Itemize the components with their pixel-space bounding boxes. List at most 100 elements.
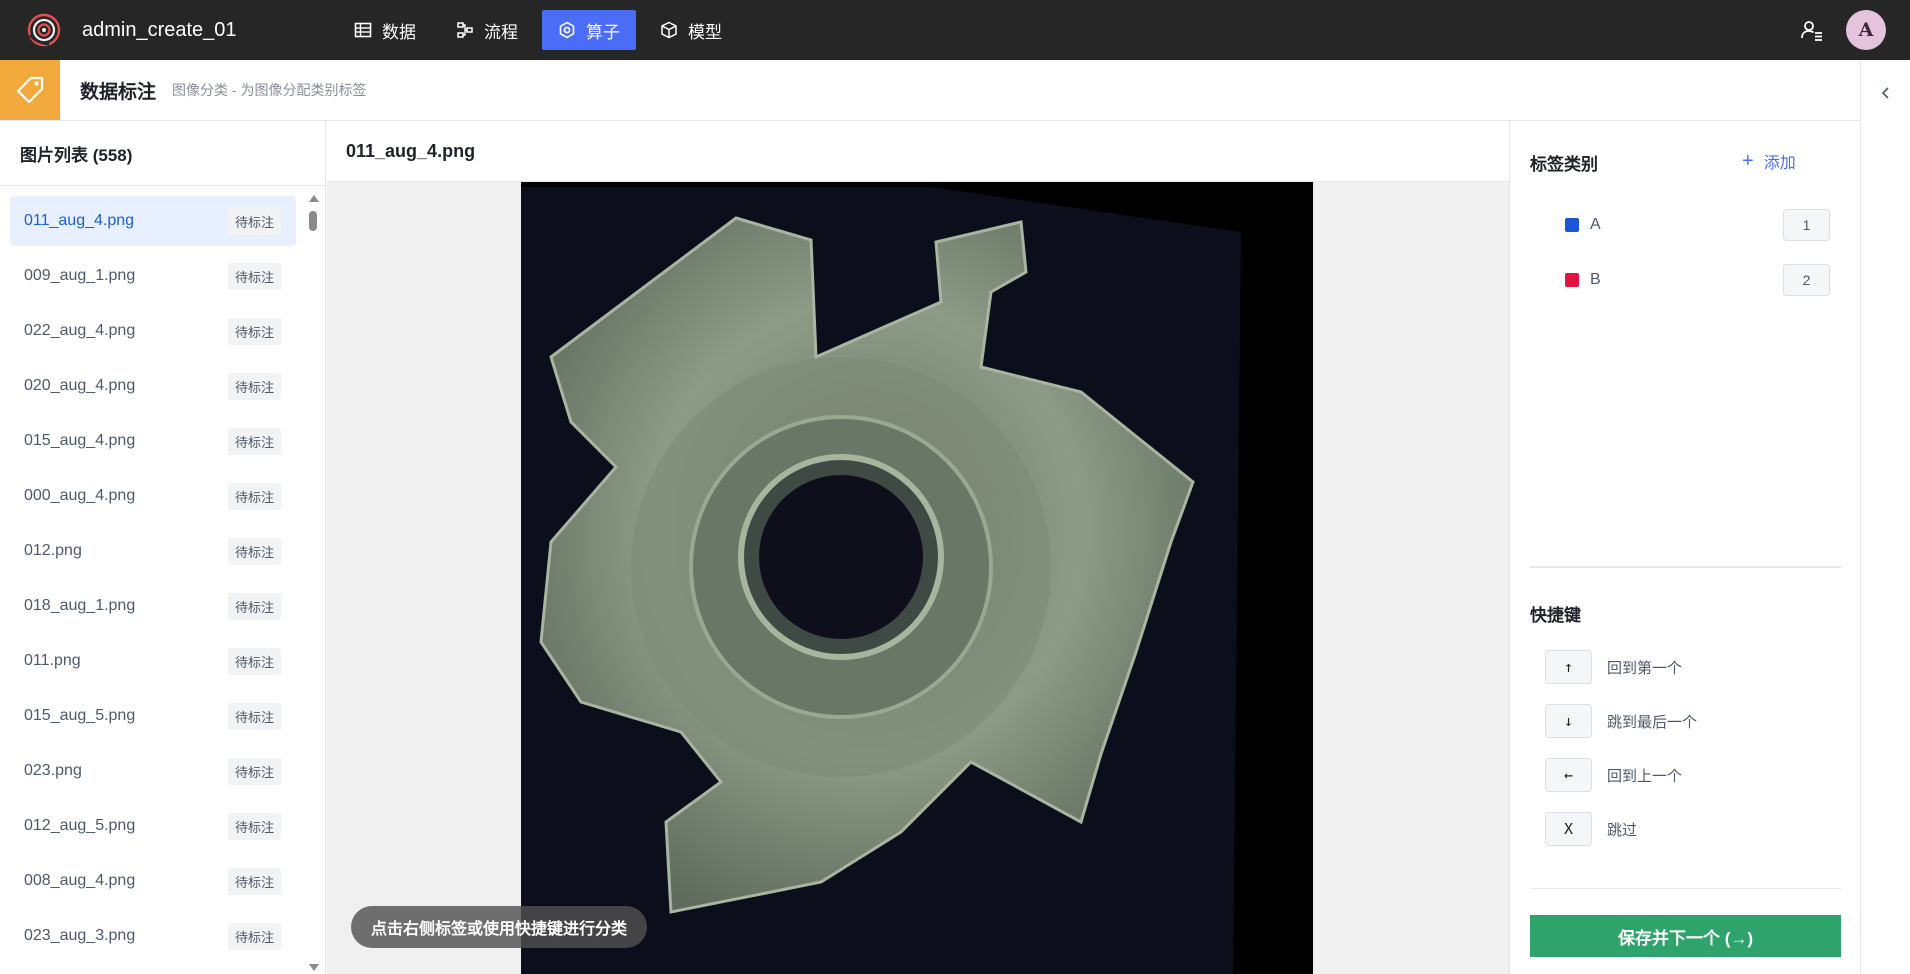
top-navbar: admin_create_01 数据 流程 算子 模型 A (0, 0, 1910, 60)
label-color-swatch (1565, 217, 1579, 232)
status-badge: 待标注 (227, 922, 281, 950)
shortcut-first: ↑ 回到第一个 (1545, 650, 1682, 684)
file-list-item[interactable]: 018_aug_1.png 待标注 (10, 581, 296, 631)
scroll-up-arrow[interactable] (309, 195, 319, 202)
status-badge: 待标注 (227, 207, 281, 235)
status-badge: 待标注 (227, 757, 281, 785)
spiral-logo-icon[interactable] (22, 8, 66, 52)
x-key: X (1545, 812, 1592, 846)
page-header: 数据标注 图像分类 - 为图像分配类别标签 (0, 60, 1860, 121)
file-name: 020_aug_4.png (24, 377, 136, 394)
nav-item-flow[interactable]: 流程 (440, 10, 534, 50)
plus-icon: + (1742, 149, 1754, 172)
status-badge: 待标注 (227, 372, 281, 400)
add-label-button[interactable]: + 添加 (1742, 149, 1796, 173)
nav-item-data[interactable]: 数据 (338, 10, 432, 50)
label-name: A (1590, 215, 1601, 233)
labels-title: 标签类别 (1530, 155, 1598, 174)
shortcut-label: 回到上一个 (1607, 767, 1683, 785)
label-shortcut-key: 1 (1783, 208, 1830, 241)
table-icon (354, 22, 372, 38)
status-badge: 待标注 (227, 702, 281, 730)
divider (1530, 566, 1841, 568)
file-list-item[interactable]: 023_aug_3.png 待标注 (10, 911, 296, 961)
chevron-left-icon[interactable] (1875, 82, 1897, 104)
shortcut-skip: X 跳过 (1545, 812, 1637, 846)
file-list-item[interactable]: 000_aug_4.png 待标注 (10, 471, 296, 521)
nav-item-operator[interactable]: 算子 (542, 10, 636, 50)
nav-item-label: 流程 (484, 22, 518, 42)
arrow-down-key: ↓ (1545, 704, 1592, 738)
nav-item-label: 数据 (382, 22, 416, 42)
file-name: 008_aug_4.png (24, 872, 136, 889)
label-panel: 标签类别 + 添加 A 1 B 2 快捷键 ↑ 回到第一个 ↓ 跳到最后一个 ←… (1509, 121, 1860, 974)
scroll-thumb[interactable] (309, 211, 317, 231)
scrollbar[interactable] (306, 191, 320, 971)
file-list-item[interactable]: 008_aug_4.png 待标注 (10, 856, 296, 906)
nav-item-label: 算子 (586, 22, 620, 42)
file-list-item[interactable]: 009_aug_1.png 待标注 (10, 251, 296, 301)
file-name: 018_aug_1.png (24, 597, 136, 614)
current-filename: 011_aug_4.png (327, 121, 1509, 182)
status-badge: 待标注 (227, 262, 281, 290)
annotation-image[interactable] (521, 182, 1313, 974)
file-name: 023_aug_3.png (24, 927, 136, 944)
file-name: 011.png (24, 652, 81, 669)
file-list: 011_aug_4.png 待标注 009_aug_1.png 待标注 022_aug_… (10, 196, 296, 966)
user-list-icon[interactable] (1792, 10, 1832, 50)
page-subtitle: 图像分类 - 为图像分配类别标签 (172, 82, 367, 98)
avatar[interactable]: A (1846, 10, 1886, 50)
tag-icon (0, 60, 60, 120)
arrow-up-key: ↑ (1545, 650, 1592, 684)
divider (1530, 888, 1841, 889)
shortcut-label: 回到第一个 (1607, 659, 1683, 677)
status-badge: 待标注 (227, 647, 281, 675)
hint-toast: 点击右侧标签或使用快捷键进行分类 (351, 906, 648, 948)
shortcut-label: 跳到最后一个 (1607, 713, 1698, 731)
file-list-item[interactable]: 012.png 待标注 (10, 526, 296, 576)
shortcut-prev: ← 回到上一个 (1545, 758, 1682, 792)
save-next-button[interactable]: 保存并下一个 (→) (1530, 915, 1841, 957)
file-name: 012_aug_5.png (24, 817, 136, 834)
main-nav: 数据 流程 算子 模型 (338, 0, 746, 60)
label-item-b[interactable]: B 2 (1530, 257, 1845, 302)
shortcuts-title: 快捷键 (1530, 606, 1581, 625)
status-badge: 待标注 (227, 427, 281, 455)
file-list-item[interactable]: 011_aug_4.png 待标注 (10, 196, 296, 246)
status-badge: 待标注 (227, 812, 281, 840)
file-name: 009_aug_1.png (24, 267, 136, 284)
shortcut-label: 跳过 (1607, 821, 1638, 839)
page-title: 数据标注 (80, 81, 157, 103)
app-title: admin_create_01 (82, 18, 237, 41)
status-badge: 待标注 (227, 537, 281, 565)
file-name: 022_aug_4.png (24, 322, 136, 339)
file-list-item[interactable]: 022_aug_4.png 待标注 (10, 306, 296, 356)
nav-item-label: 模型 (688, 22, 722, 42)
file-list-item[interactable]: 012_aug_5.png 待标注 (10, 801, 296, 851)
file-name: 012.png (24, 542, 82, 559)
flow-icon (457, 22, 473, 38)
arrow-left-key: ← (1545, 758, 1592, 792)
status-badge: 待标注 (227, 482, 281, 510)
file-list-item[interactable]: 023.png 待标注 (10, 746, 296, 796)
file-list-item[interactable]: 011.png 待标注 (10, 636, 296, 686)
file-list-item[interactable]: 015_aug_5.png 待标注 (10, 691, 296, 741)
file-name: 015_aug_4.png (24, 432, 136, 449)
file-name: 023.png (24, 762, 82, 779)
label-color-swatch (1565, 272, 1579, 287)
file-name: 000_aug_4.png (24, 487, 136, 504)
hexagon-gear-icon (559, 21, 575, 39)
file-name: 011_aug_4.png (24, 212, 135, 229)
nav-item-model[interactable]: 模型 (644, 10, 738, 50)
label-item-a[interactable]: A 1 (1530, 202, 1845, 247)
image-list-title: 图片列表 (558) (0, 121, 325, 186)
status-badge: 待标注 (227, 317, 281, 345)
status-badge: 待标注 (227, 867, 281, 895)
scroll-down-arrow[interactable] (309, 964, 319, 971)
file-list-item[interactable]: 020_aug_4.png 待标注 (10, 361, 296, 411)
shortcut-last: ↓ 跳到最后一个 (1545, 704, 1697, 738)
top-right-actions: A (1792, 0, 1910, 60)
file-list-item[interactable]: 015_aug_4.png 待标注 (10, 416, 296, 466)
add-label-text: 添加 (1763, 155, 1796, 172)
status-badge: 待标注 (227, 592, 281, 620)
